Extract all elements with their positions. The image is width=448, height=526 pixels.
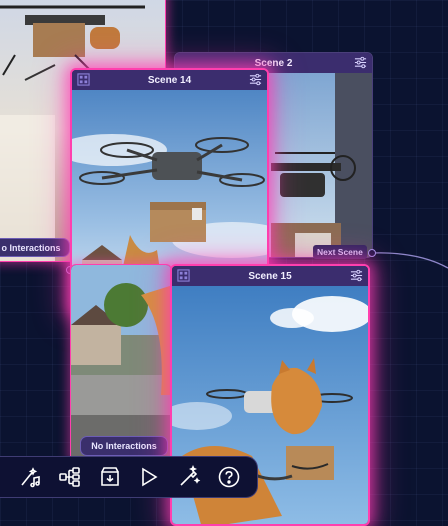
- pill-label: o Interactions: [1, 242, 61, 253]
- settings-sliders-icon[interactable]: [249, 73, 262, 86]
- pill-label: No Interactions: [91, 441, 157, 451]
- play-button[interactable]: [136, 464, 162, 490]
- help-button[interactable]: [216, 464, 242, 490]
- settings-sliders-icon[interactable]: [354, 56, 367, 69]
- play-icon: [142, 467, 158, 487]
- help-icon: [218, 466, 240, 488]
- magic-wand-icon: [180, 465, 201, 486]
- download-box-icon: [100, 467, 119, 486]
- magic-music-icon: [21, 467, 40, 488]
- magic-music-button[interactable]: [17, 464, 43, 490]
- scene-connector-dot-right[interactable]: [368, 249, 376, 257]
- settings-sliders-icon[interactable]: [350, 269, 363, 282]
- no-interactions-pill-14[interactable]: No Interactions: [80, 436, 168, 456]
- next-scene-label: Next Scene: [313, 245, 367, 259]
- film-frame-icon[interactable]: [77, 73, 90, 86]
- scene-header: Scene 15: [172, 266, 368, 286]
- film-frame-icon[interactable]: [177, 269, 190, 282]
- scene-header: Scene 14: [72, 70, 267, 90]
- scene-title: Scene 15: [248, 270, 292, 282]
- magic-wand-button[interactable]: [176, 464, 202, 490]
- bottom-toolbar: [0, 456, 258, 498]
- scene-image: [71, 265, 171, 461]
- scene-card-street[interactable]: [70, 264, 172, 462]
- no-interactions-pill-left[interactable]: o Interactions: [0, 238, 70, 257]
- network-icon: [58, 467, 80, 487]
- scene-title: Scene 14: [147, 74, 192, 86]
- download-button[interactable]: [97, 464, 123, 490]
- scene-title: Scene 2: [254, 57, 293, 69]
- scene-graph-button[interactable]: [57, 464, 83, 490]
